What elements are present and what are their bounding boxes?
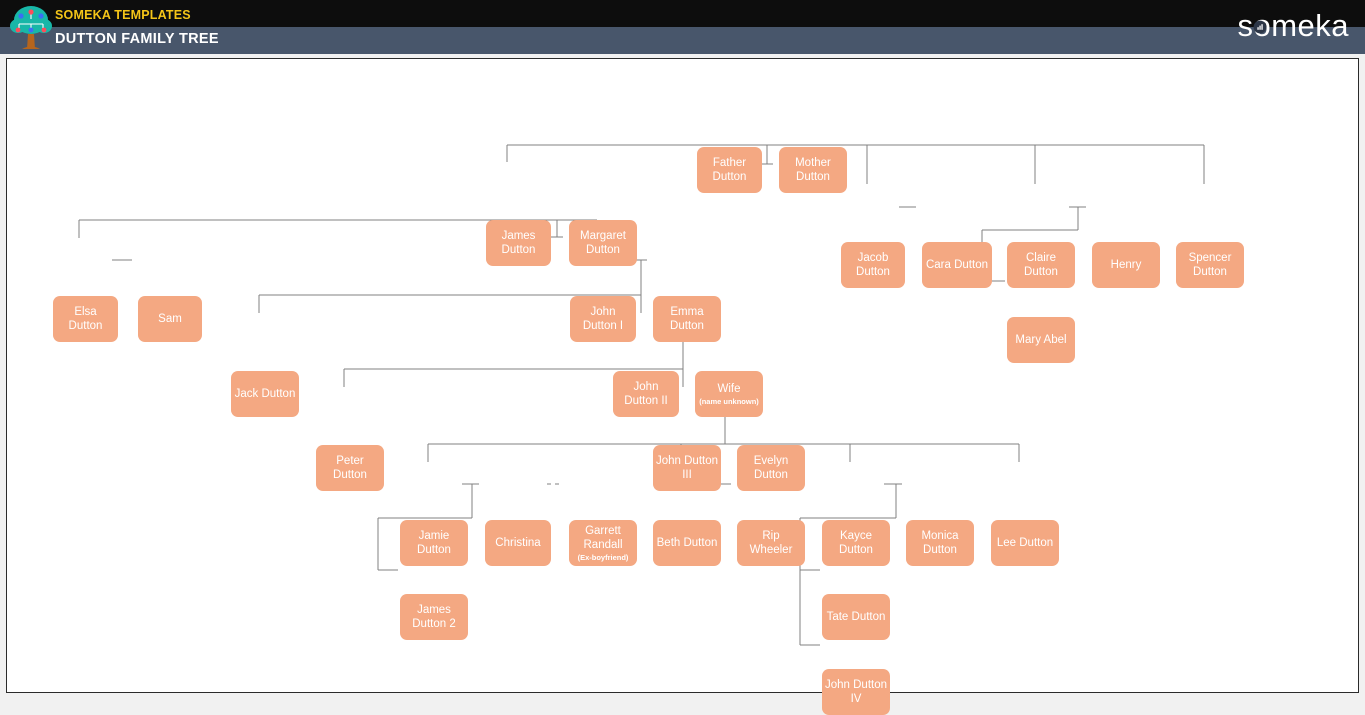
family-tree-logo-icon [10,6,52,49]
tree-node-name: Wife [717,382,741,395]
tree-node-elsa[interactable]: Elsa Dutton [53,296,118,342]
tree-node-jack[interactable]: Jack Dutton [231,371,299,417]
tree-node-name: Jamie Dutton [417,530,451,556]
tree-node-name: Garrett Randall [583,524,623,551]
tree-node-name: Tate Dutton [826,611,886,623]
family-tree-canvas: Father Dutton Mother Dutton James Dutton Ma… [6,58,1359,715]
tree-node-name: Mother Dutton [795,157,831,183]
tree-node-name: Sam [158,313,182,325]
tree-node-peter[interactable]: Peter Dutton [316,445,384,491]
tree-node-name: Father Dutton [712,157,747,183]
tree-node-garrett[interactable]: Garrett Randall (Ex-boyfriend) [569,520,637,566]
tree-node-name: Spencer Dutton [1188,252,1232,278]
tree-node-subtitle: (name unknown) [699,396,759,406]
tree-node-name: Jacob Dutton [856,252,890,278]
someka-templates-label: SOMEKA TEMPLATES [55,8,191,22]
tree-node-name: Claire Dutton [1024,252,1058,278]
tree-node-john2[interactable]: John Dutton II [613,371,679,417]
tree-node-john1[interactable]: John Dutton I [570,296,636,342]
tree-node-cara[interactable]: Cara Dutton [922,242,992,288]
tree-node-name: Jack Dutton [234,388,296,400]
tree-node-tate[interactable]: Tate Dutton [822,594,890,640]
tree-node-father[interactable]: Father Dutton [697,147,762,193]
tree-node-james[interactable]: James Dutton [486,220,551,266]
tree-node-subtitle: (Ex-boyfriend) [577,552,629,562]
tree-node-jacob[interactable]: Jacob Dutton [841,242,905,288]
header-band-top [0,0,1365,27]
tree-node-name: Rip Wheeler [749,530,793,556]
tree-node-sam[interactable]: Sam [138,296,202,342]
app-header: SOMEKA TEMPLATES DUTTON FAMILY TREE some… [0,0,1365,54]
tree-node-name: Kayce Dutton [839,530,873,556]
tree-node-maryabel[interactable]: Mary Abel [1007,317,1075,363]
tree-node-name: Monica Dutton [921,530,959,556]
tree-node-name: Lee Dutton [996,537,1054,549]
someka-brand-logo: someka [1237,8,1348,43]
tree-node-henry[interactable]: Henry [1092,242,1160,288]
tree-node-name: James Dutton 2 [412,604,456,630]
tree-node-name: Emma Dutton [670,306,704,332]
tree-node-name: Peter Dutton [333,455,367,481]
tree-node-name: John Dutton III [656,455,719,481]
tree-node-margaret[interactable]: Margaret Dutton [569,220,637,266]
connector-lines [78,144,1205,646]
tree-node-monica[interactable]: Monica Dutton [906,520,974,566]
tree-node-mother[interactable]: Mother Dutton [779,147,847,193]
tree-node-name: Mary Abel [1015,334,1067,346]
tree-node-john4[interactable]: John Dutton IV [822,669,890,715]
tree-node-emma[interactable]: Emma Dutton [653,296,721,342]
tree-node-name: Christina [495,537,541,549]
tree-node-name: Margaret Dutton [579,230,627,256]
tree-node-beth[interactable]: Beth Dutton [653,520,721,566]
tree-node-wife[interactable]: Wife (name unknown) [695,371,763,417]
tree-node-james2[interactable]: James Dutton 2 [400,594,468,640]
tree-node-evelyn[interactable]: Evelyn Dutton [737,445,805,491]
tree-node-name: John Dutton IV [825,679,888,705]
tree-node-lee[interactable]: Lee Dutton [991,520,1059,566]
page-title: DUTTON FAMILY TREE [55,31,219,47]
tree-node-name: Beth Dutton [656,537,718,549]
tree-node-kayce[interactable]: Kayce Dutton [822,520,890,566]
tree-node-john3[interactable]: John Dutton III [653,445,721,491]
tree-node-name: James Dutton [501,230,536,256]
tree-node-name: John Dutton I [582,306,624,332]
tree-node-name: Evelyn Dutton [753,455,789,481]
tree-node-name: Cara Dutton [925,259,988,271]
tree-node-name: John Dutton II [624,381,668,407]
tree-node-christina[interactable]: Christina [485,520,551,566]
tree-node-jamie[interactable]: Jamie Dutton [400,520,468,566]
tree-node-name: Henry [1110,259,1142,271]
tree-node-rip[interactable]: Rip Wheeler [737,520,805,566]
tree-node-spencer[interactable]: Spencer Dutton [1176,242,1244,288]
tree-node-name: Elsa Dutton [68,306,103,332]
tree-node-claire[interactable]: Claire Dutton [1007,242,1075,288]
